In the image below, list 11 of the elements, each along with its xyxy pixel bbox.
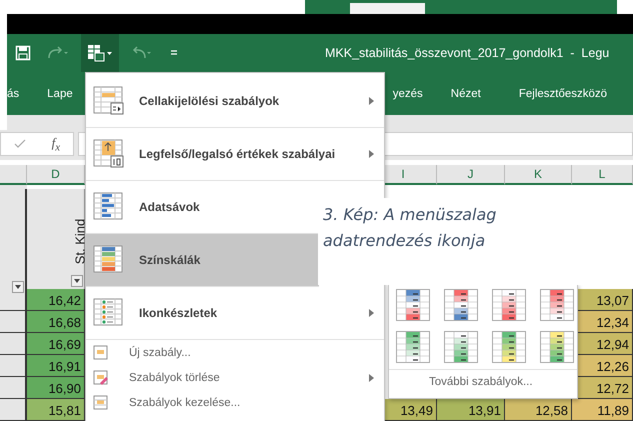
table-cell: 12,58	[505, 399, 572, 421]
table-cell: 13,91	[437, 399, 505, 421]
window-title: MKK_stabilitás_összevont_2017_gondolk1 - Legu	[325, 46, 610, 60]
table-cell: 16,90	[27, 377, 85, 399]
table-cell: 16,91	[27, 355, 85, 377]
table-cell: 16,68	[27, 311, 85, 333]
table-cell: 15,81	[27, 399, 85, 421]
table-cell: 16,42	[27, 289, 85, 311]
column-title: St. Kind	[72, 218, 88, 264]
table-cell: 16,69	[27, 333, 85, 355]
table-cell: 11,89	[572, 399, 633, 421]
